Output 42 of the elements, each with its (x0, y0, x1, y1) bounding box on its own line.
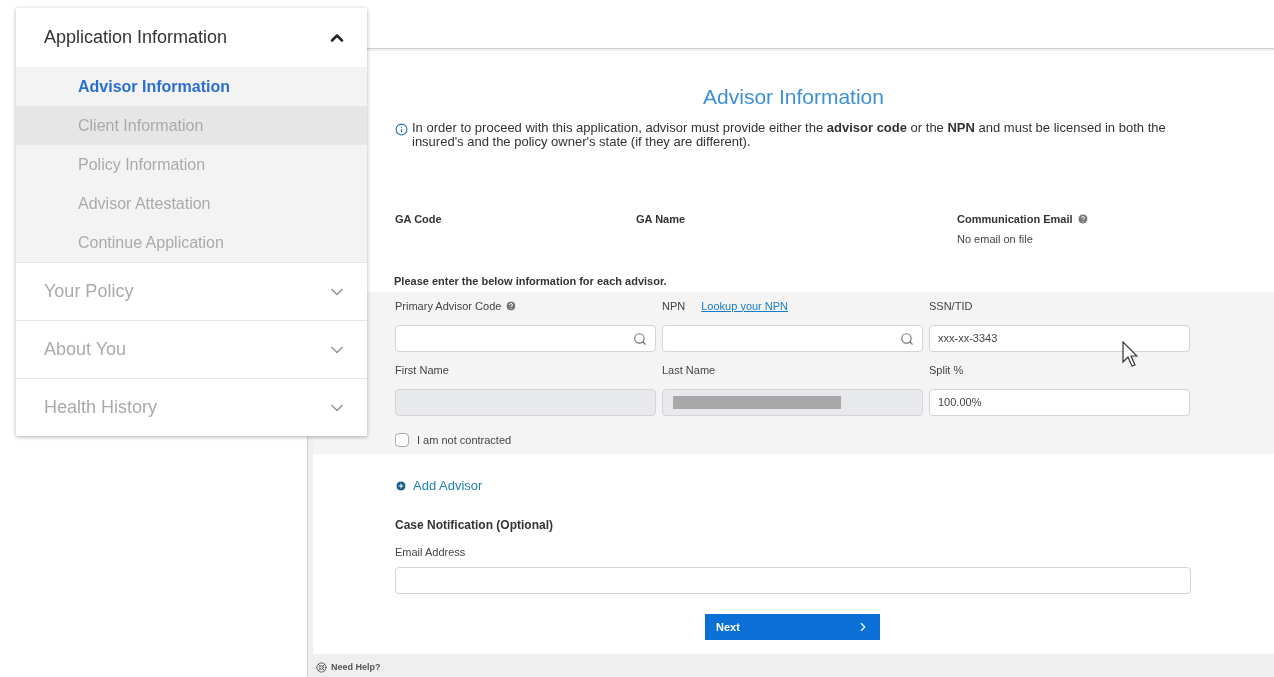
accordion-header[interactable]: Health History (16, 379, 367, 436)
field-label: Email Address (395, 544, 467, 560)
page-title: Advisor Information (702, 84, 885, 110)
help-icon[interactable] (1076, 212, 1089, 225)
submenu-item[interactable]: Continue Application (16, 223, 367, 262)
field-label: Split % (929, 362, 964, 378)
info-icon (395, 122, 408, 136)
help-link[interactable]: Need Help? (331, 661, 381, 675)
ga-label: GA Code (395, 211, 442, 227)
cursor-icon (1122, 341, 1138, 367)
field-label: Last Name (662, 362, 716, 378)
submenu-item[interactable]: Advisor Attestation (16, 184, 367, 223)
field-label: NPN (662, 298, 686, 314)
help-icon[interactable] (505, 300, 518, 312)
ga-label: GA Name (636, 211, 686, 227)
accordion-header[interactable]: About You (16, 321, 367, 378)
plus-icon (395, 479, 407, 492)
field-label: SSN/TID (929, 298, 973, 314)
ga-label: Communication Email (957, 211, 1073, 227)
accordion-header[interactable]: Your Policy (16, 263, 367, 320)
section-heading: Case Notification (Optional) (395, 516, 554, 534)
next-button[interactable]: Next (705, 614, 880, 640)
advisor-prompt: Please enter the below information for each advisor. (393, 273, 668, 289)
input-field[interactable]: xxx-xx-3343 (929, 325, 1190, 352)
checkbox[interactable] (395, 433, 409, 448)
notice-text: In order to proceed with this application, advisor must provide either the advisor code or the NPN and must be licensed in both the insured's and the policy owner's state (if they are different). (412, 120, 1167, 149)
checkbox-label: I am not contracted (417, 433, 512, 448)
submenu-item[interactable]: Advisor Information (16, 67, 367, 106)
input-field[interactable]: 100.00% (929, 389, 1190, 416)
lookup-link[interactable]: Lookup your NPN (701, 297, 789, 315)
email-field[interactable] (395, 567, 1191, 594)
add-advisor-link[interactable]: Add Advisor (395, 476, 483, 496)
ga-value: No email on file (957, 232, 1034, 247)
input-field[interactable] (395, 325, 656, 352)
input-field[interactable] (662, 325, 923, 352)
field-label: First Name (395, 362, 449, 378)
accordion-header[interactable]: Application Information (16, 8, 367, 67)
help-icon (316, 662, 327, 674)
field-label: Primary Advisor Code (395, 298, 502, 314)
submenu-item[interactable]: Policy Information (16, 145, 367, 184)
search-icon[interactable] (633, 331, 647, 346)
search-icon[interactable] (900, 331, 914, 346)
